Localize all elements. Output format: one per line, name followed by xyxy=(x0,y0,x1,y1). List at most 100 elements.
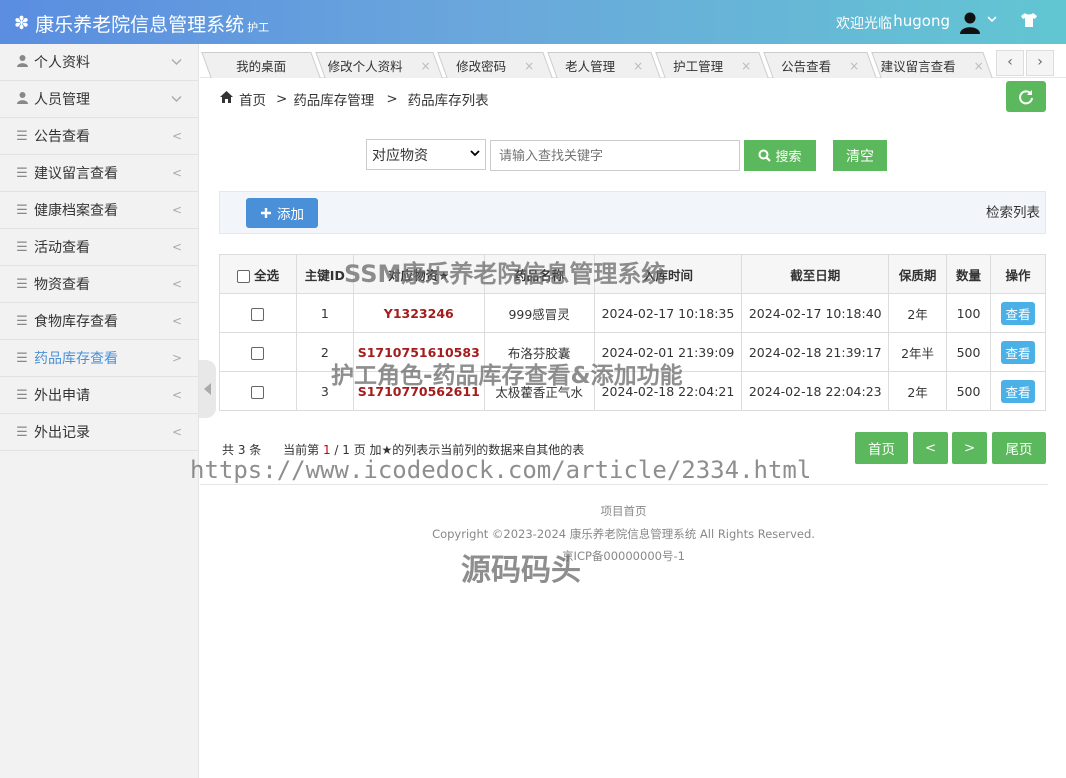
sidebar-item-suggestion[interactable]: ☰ 建议留言查看 < xyxy=(0,155,198,192)
search-button[interactable]: 搜索 xyxy=(744,140,816,171)
welcome-text: 欢迎光临 xyxy=(836,16,892,32)
close-icon[interactable]: × xyxy=(741,59,751,73)
search-button-label: 搜索 xyxy=(775,149,802,164)
close-icon[interactable]: × xyxy=(974,59,984,73)
sidebar-item-outing-record[interactable]: ☰ 外出记录 < xyxy=(0,414,198,451)
gear-icon: ✽ xyxy=(14,13,30,34)
menu-icon: ☰ xyxy=(16,387,28,403)
footer-home-link[interactable]: 项目首页 xyxy=(0,503,1066,519)
tab-scroll-left-button[interactable]: ‹ xyxy=(996,50,1024,76)
chevron-down-icon xyxy=(171,55,182,69)
cell-shelf-life: 2年 xyxy=(888,293,948,333)
view-button[interactable]: 查看 xyxy=(1001,340,1035,364)
search-field-select[interactable]: 对应物资 xyxy=(366,139,486,170)
view-button[interactable]: 查看 xyxy=(1001,379,1035,403)
close-icon[interactable]: × xyxy=(421,59,431,73)
theme-shirt-icon[interactable] xyxy=(1020,12,1038,32)
chevron-left-icon: < xyxy=(171,277,182,291)
sidebar-collapse-handle[interactable] xyxy=(199,360,216,418)
sidebar-item-supplies[interactable]: ☰ 物资查看 < xyxy=(0,266,198,303)
breadcrumb-level1[interactable]: 药品库存管理 xyxy=(293,89,374,109)
chevron-left-icon: < xyxy=(171,240,182,254)
tab-my-desktop[interactable]: 我的桌面 xyxy=(201,52,321,78)
sidebar-item-outing-apply[interactable]: ☰ 外出申请 < xyxy=(0,377,198,414)
tab-edit-profile[interactable]: 修改个人资料 × xyxy=(315,52,443,78)
next-page-button[interactable]: > xyxy=(952,432,987,464)
sidebar-item-food-stock[interactable]: ☰ 食物库存查看 < xyxy=(0,303,198,340)
row-checkbox[interactable] xyxy=(251,346,265,360)
tab-notice-view[interactable]: 公告查看 × xyxy=(763,52,877,78)
header-quantity: 数量 xyxy=(946,254,991,294)
watermark-title: SSM康乐养老院信息管理系统 xyxy=(344,260,666,288)
sidebar: 个人资料 人员管理 ☰ 公告查看 < ☰ 建议留言查看 < ☰ 健康档案查看 <… xyxy=(0,44,199,778)
cell-drug-name: 999感冒灵 xyxy=(483,293,595,333)
tab-label: 老人管理 xyxy=(565,59,616,74)
tab-label: 护工管理 xyxy=(673,59,724,74)
clear-button[interactable]: 清空 xyxy=(833,140,887,171)
cell-action: 查看 xyxy=(990,371,1046,411)
add-button[interactable]: 添加 xyxy=(246,198,318,228)
breadcrumb-home[interactable]: 首页 xyxy=(239,89,266,109)
header-label: 全选 xyxy=(254,267,280,283)
pagination-note: 加★的列表示当前列的数据来自其他的表 xyxy=(369,443,585,457)
chevron-down-icon[interactable] xyxy=(986,13,998,29)
tab-nurse-manage[interactable]: 护工管理 × xyxy=(655,52,769,78)
chevron-left-icon: < xyxy=(171,388,182,402)
app-logo[interactable]: ✽ 康乐养老院信息管理系统 护工 xyxy=(14,10,269,37)
user-avatar-icon[interactable] xyxy=(958,10,982,34)
tab-label: 公告查看 xyxy=(781,59,832,74)
row-checkbox[interactable] xyxy=(251,385,265,399)
prev-page-button[interactable]: < xyxy=(913,432,948,464)
refresh-button[interactable] xyxy=(1006,81,1046,112)
sidebar-item-health[interactable]: ☰ 健康档案查看 < xyxy=(0,192,198,229)
cell-quantity: 500 xyxy=(946,371,991,411)
cell-action: 查看 xyxy=(990,293,1046,333)
search-input[interactable] xyxy=(490,140,740,171)
cell-quantity: 500 xyxy=(946,332,991,372)
watermark-url: https://www.icodedock.com/article/2334.h… xyxy=(190,456,812,484)
sidebar-item-staff[interactable]: 人员管理 xyxy=(0,81,198,118)
header-shelf-life: 保质期 xyxy=(888,254,948,294)
footer-divider xyxy=(200,484,1048,485)
home-icon xyxy=(220,91,233,107)
cell-quantity: 100 xyxy=(946,293,991,333)
close-icon[interactable]: × xyxy=(524,59,534,73)
tab-elder-manage[interactable]: 老人管理 × xyxy=(547,52,661,78)
retrieve-list-label: 检索列表 xyxy=(986,205,1040,221)
tab-bar: 我的桌面 修改个人资料 × 修改密码 × 老人管理 × 护工管理 × 公告查看 × 建议留… xyxy=(200,44,1066,78)
sidebar-item-label: 建议留言查看 xyxy=(34,166,118,182)
last-page-button[interactable]: 尾页 xyxy=(992,432,1046,464)
menu-icon: ☰ xyxy=(16,165,28,181)
current-prefix: 当前第 xyxy=(283,443,320,457)
close-icon[interactable]: × xyxy=(633,59,643,73)
breadcrumb-separator: > xyxy=(386,91,398,107)
row-checkbox[interactable] xyxy=(251,307,265,321)
sidebar-item-label: 药品库存查看 xyxy=(34,351,118,367)
tab-scroll-right-button[interactable]: › xyxy=(1026,50,1054,76)
header-expire: 截至日期 xyxy=(741,254,890,294)
close-icon[interactable]: × xyxy=(849,59,859,73)
tab-label: 修改个人资料 xyxy=(327,59,403,74)
tab-label: 建议留言查看 xyxy=(880,59,956,74)
select-all-header[interactable]: 全选 xyxy=(219,254,297,294)
select-value: 对应物资 xyxy=(372,147,428,164)
total-pages: / 1 页 xyxy=(334,443,366,457)
row-select-cell xyxy=(219,332,297,372)
sidebar-item-label: 健康档案查看 xyxy=(34,203,118,219)
user-icon xyxy=(15,91,29,108)
sidebar-item-medicine-stock[interactable]: ☰ 药品库存查看 > xyxy=(0,340,198,377)
menu-icon: ☰ xyxy=(16,350,28,366)
header-action: 操作 xyxy=(990,254,1046,294)
sidebar-item-notice[interactable]: ☰ 公告查看 < xyxy=(0,118,198,155)
sidebar-item-profile[interactable]: 个人资料 xyxy=(0,44,198,81)
select-all-checkbox[interactable] xyxy=(236,269,250,283)
view-button[interactable]: 查看 xyxy=(1001,301,1035,325)
menu-icon: ☰ xyxy=(16,276,28,292)
username[interactable]: hugong xyxy=(893,12,950,30)
tab-change-password[interactable]: 修改密码 × xyxy=(437,52,553,78)
cell-in-time: 2024-02-17 10:18:35 xyxy=(593,293,743,333)
first-page-button[interactable]: 首页 xyxy=(855,432,908,464)
sidebar-item-activity[interactable]: ☰ 活动查看 < xyxy=(0,229,198,266)
tab-suggestion-view[interactable]: 建议留言查看 × xyxy=(871,52,993,78)
chevron-left-icon: < xyxy=(171,203,182,217)
